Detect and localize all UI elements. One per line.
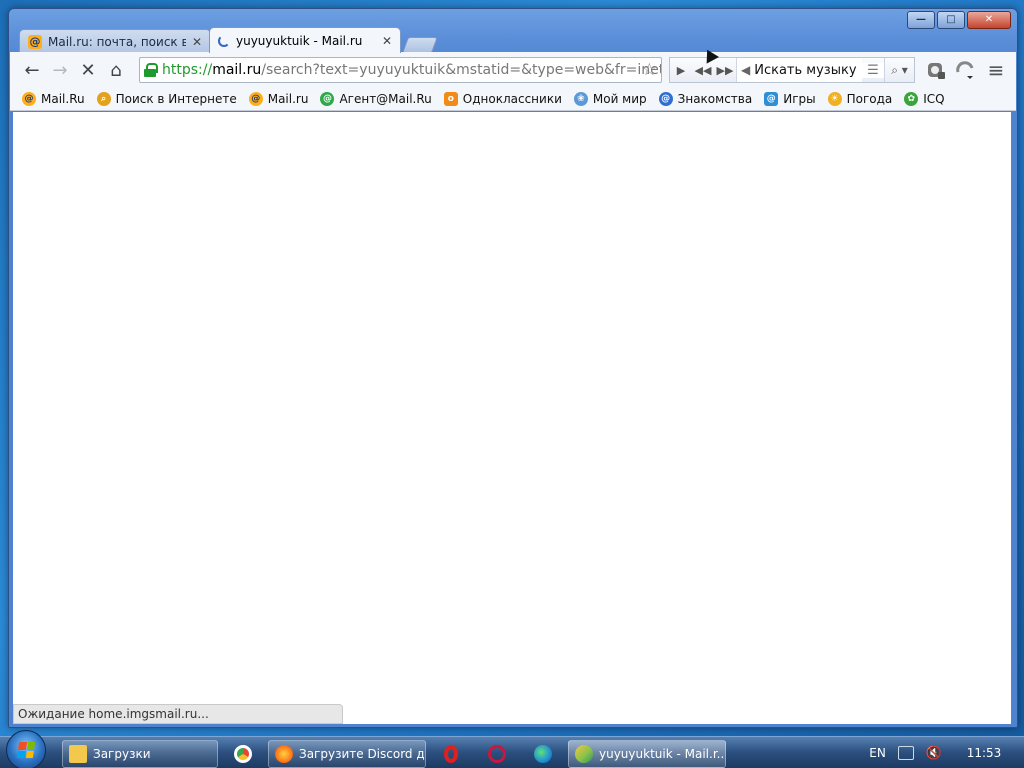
status-bubble: Ожидание home.imgsmail.ru...: [13, 704, 343, 724]
url-host: mail.ru: [212, 62, 262, 78]
chrome-icon: [234, 745, 252, 763]
bookmark-weather[interactable]: ☀ Погода: [827, 92, 892, 106]
forward-button[interactable]: →: [46, 56, 74, 84]
loading-spinner-icon: [218, 34, 230, 47]
music-search-input[interactable]: ◀ Искать музыку: [736, 58, 862, 82]
start-button[interactable]: [6, 729, 46, 768]
browser-window: — □ ✕ @ Mail.ru: почта, поиск в и ✕ yuyu…: [8, 8, 1018, 728]
tab-title: Mail.ru: почта, поиск в и: [48, 34, 186, 49]
bookmark-search[interactable]: ⌕ Поиск в Интернете: [96, 92, 237, 106]
minimize-button[interactable]: —: [907, 11, 935, 29]
bookmark-agent[interactable]: @ Агент@Mail.Ru: [320, 92, 432, 106]
tab-strip: @ Mail.ru: почта, поиск в и ✕ yuyuyuktui…: [19, 27, 438, 53]
mailru-icon: @: [248, 92, 263, 106]
taskbar: Загрузки Загрузите Discord д... yuyuyukt…: [0, 729, 1024, 768]
tab-mailru-home[interactable]: @ Mail.ru: почта, поиск в и ✕: [19, 29, 211, 53]
bookmark-my-world[interactable]: ❀ Мой мир: [573, 92, 647, 106]
browser-toolbar: ← → ✕ ⌂ https:// mail.ru /search?text=yu…: [10, 52, 1016, 88]
url-scheme: https://: [162, 62, 213, 78]
weather-icon: ☀: [827, 92, 842, 106]
play-icon[interactable]: ▶: [670, 64, 692, 77]
taskbar-item-amigo[interactable]: yuyuyuktuik - Mail.r...: [568, 740, 726, 768]
games-icon: @: [764, 92, 779, 106]
mailru-icon: @: [22, 92, 36, 106]
bookmark-mailru-2[interactable]: @ Mail.ru: [248, 92, 308, 106]
bookmark-icq[interactable]: ✿ ICQ: [904, 92, 945, 106]
music-search-placeholder: Искать музыку: [754, 62, 857, 78]
bookmark-star-icon[interactable]: ☆: [642, 60, 657, 80]
bookmark-games[interactable]: @ Игры: [764, 92, 816, 106]
dating-icon: @: [658, 92, 673, 106]
tab-title: yuyuyuktuik - Mail.ru: [236, 33, 363, 48]
clock[interactable]: 11:53: [954, 746, 1014, 760]
windows-logo-icon: [16, 741, 36, 758]
taskbar-item-downloads[interactable]: Загрузки: [62, 740, 218, 768]
url-path: /search?text=yuyuyuktuik&mstatid=&type=w…: [261, 62, 662, 78]
opera-gx-icon: [488, 745, 506, 763]
close-window-button[interactable]: ✕: [967, 11, 1011, 29]
bookmark-odnoklassniki[interactable]: о Одноклассники: [443, 92, 562, 106]
taskbar-item-chrome[interactable]: [222, 740, 264, 768]
icq-icon: ✿: [904, 92, 919, 106]
taskbar-item-opera[interactable]: [430, 740, 472, 768]
window-controls: — □ ✕: [907, 11, 1011, 29]
music-menu-icon[interactable]: ☰: [862, 62, 884, 78]
bookmarks-bar: @ Mail.Ru ⌕ Поиск в Интернете @ Mail.ru @ Аг…: [10, 88, 1016, 111]
taskbar-item-firefox[interactable]: Загрузите Discord д...: [268, 740, 426, 768]
address-bar[interactable]: https:// mail.ru /search?text=yuyuyuktui…: [139, 57, 662, 83]
agent-icon: @: [320, 92, 335, 106]
bookmark-dating[interactable]: @ Знакомства: [658, 92, 752, 106]
odnoklassniki-icon: о: [443, 92, 458, 106]
network-icon[interactable]: [897, 746, 914, 760]
firefox-icon: [275, 745, 293, 763]
close-tab-icon[interactable]: ✕: [382, 34, 392, 48]
music-search-button[interactable]: ⌕ ▾: [884, 58, 914, 82]
bookmark-mailru[interactable]: @ Mail.Ru: [22, 92, 85, 106]
system-tray: EN 🔇 11:53: [869, 737, 1024, 768]
page-content: Ожидание home.imgsmail.ru...: [13, 112, 1011, 724]
menu-icon[interactable]: ≡: [984, 58, 1008, 82]
speaker-icon: ◀: [741, 63, 751, 77]
tab-search-results[interactable]: yuyuyuktuik - Mail.ru ✕: [209, 27, 401, 53]
agent-icon[interactable]: [924, 59, 948, 81]
language-indicator[interactable]: EN: [869, 746, 886, 760]
taskbar-item-opera-gx[interactable]: [476, 740, 518, 768]
amigo-icon: [575, 745, 593, 763]
next-track-icon[interactable]: ▶▶: [714, 64, 736, 77]
back-button[interactable]: ←: [18, 56, 46, 84]
edge-icon: [534, 745, 552, 763]
stop-button[interactable]: ✕: [74, 56, 102, 84]
search-icon: ⌕: [96, 92, 111, 106]
taskbar-item-edge[interactable]: [522, 740, 564, 768]
opera-icon: [444, 745, 458, 763]
new-tab-button[interactable]: [402, 37, 438, 53]
home-button[interactable]: ⌂: [102, 56, 130, 84]
folder-icon: [69, 745, 87, 763]
volume-muted-icon[interactable]: 🔇: [926, 746, 942, 761]
weather-icon[interactable]: [954, 59, 978, 81]
previous-track-icon[interactable]: ◀◀: [692, 64, 714, 77]
close-tab-icon[interactable]: ✕: [192, 35, 202, 49]
lock-icon: [144, 63, 158, 77]
maximize-button[interactable]: □: [937, 11, 965, 29]
my-world-icon: ❀: [573, 92, 588, 106]
mailru-icon: @: [28, 34, 42, 49]
